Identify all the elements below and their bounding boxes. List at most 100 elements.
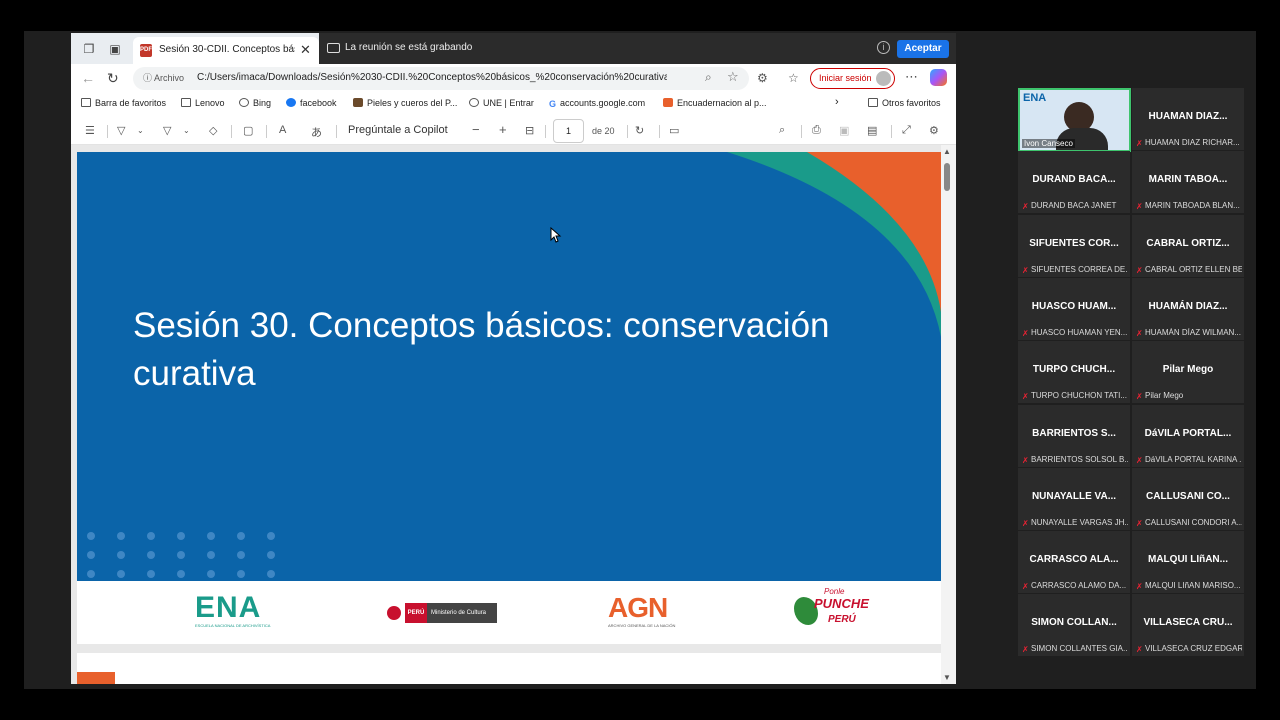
participant-tile[interactable]: CABRAL ORTIZ... ✗ CABRAL ORTIZ ELLEN BE... — [1132, 214, 1244, 277]
participant-tile[interactable]: VILLASECA CRU... ✗ VILLASECA CRUZ EDGAR... — [1132, 594, 1244, 657]
participant-fullname: Pilar Mego — [1145, 391, 1184, 401]
copilot-ask-button[interactable]: Pregúntale a Copilot — [348, 124, 448, 136]
tab-active[interactable]: PDF Sesión 30-CDII. Conceptos básicos ✕ — [133, 37, 319, 64]
translate-icon[interactable]: あ — [311, 124, 322, 140]
search-icon[interactable]: ⌕ — [779, 124, 785, 137]
participant-fullname: HUAMAN DIAZ RICHAR... — [1145, 138, 1240, 147]
page-number-input[interactable]: 1 — [553, 119, 584, 143]
globe-icon — [469, 98, 479, 107]
agn-logo-subtitle: ARCHIVO GENERAL DE LA NACIÓN — [608, 623, 676, 628]
pdf-file-icon: PDF — [140, 44, 152, 57]
draw-icon[interactable]: ▽ — [163, 124, 171, 137]
fav-item[interactable]: facebook — [286, 98, 337, 108]
fav-item[interactable]: Pieles y cueros del P... — [353, 98, 457, 108]
fav-item[interactable]: Barra de favoritos — [81, 98, 166, 108]
pdf-viewer[interactable]: Sesión 30. Conceptos básicos: conservaci… — [71, 145, 956, 684]
eraser-icon[interactable]: ◇ — [209, 124, 217, 137]
info-icon[interactable]: i — [877, 41, 890, 54]
participant-tile[interactable]: HUASCO HUAM... ✗ HUASCO HUAMAN YEN... — [1018, 277, 1130, 340]
dot — [207, 570, 215, 578]
more-menu-icon[interactable]: ⋯ — [905, 69, 918, 85]
participant-tile[interactable]: SIMON COLLAN... ✗ SIMON COLLANTES GIA... — [1018, 594, 1130, 657]
text-box-icon[interactable]: ▢ — [243, 124, 253, 137]
zoom-icon[interactable]: ⌕ — [705, 70, 712, 85]
highlight-icon[interactable]: ▽ — [117, 124, 125, 137]
ministerio-label: Ministerio de Cultura — [427, 603, 497, 623]
participant-label: ✗ SIMON COLLANTES GIA... — [1022, 644, 1128, 653]
read-aloud-icon[interactable]: A — [279, 124, 286, 136]
print-icon[interactable]: ⎙ — [812, 124, 821, 137]
fit-page-icon[interactable]: ⊟ — [525, 124, 534, 137]
tab-actions-icon[interactable]: ▣ — [107, 41, 123, 57]
refresh-icon[interactable]: ↻ — [107, 70, 119, 87]
fav-label: Pieles y cueros del P... — [367, 98, 458, 108]
workspaces-icon[interactable]: ❐ — [81, 41, 97, 57]
participant-tile[interactable]: NUNAYALLE VA... ✗ NUNAYALLE VARGAS JH... — [1018, 467, 1130, 530]
dot — [87, 532, 95, 540]
participant-tile[interactable]: CALLUSANI CO... ✗ CALLUSANI CONDORI A... — [1132, 467, 1244, 530]
scroll-up-icon[interactable]: ▲ — [943, 147, 951, 156]
self-label: Ivon Canseco — [1022, 139, 1075, 148]
participant-tile[interactable]: DáVILA PORTAL... ✗ DáVILA PORTAL KARINA ..… — [1132, 404, 1244, 467]
favorites-icon[interactable]: ☆ — [788, 71, 799, 85]
url-text[interactable]: C:/Users/imaca/Downloads/Sesión%2030-CDI… — [197, 72, 667, 83]
mic-muted-icon: ✗ — [1136, 518, 1143, 527]
fav-item[interactable]: Bing — [239, 98, 271, 108]
chevron-down-icon[interactable]: ⌄ — [183, 126, 190, 135]
copilot-icon[interactable] — [930, 69, 947, 86]
facebook-icon — [286, 98, 296, 107]
contents-icon[interactable]: ☰ — [85, 124, 95, 137]
participant-tile[interactable]: CARRASCO ALA... ✗ CARRASCO ALAMO DA... — [1018, 531, 1130, 594]
fav-item[interactable]: UNE | Entrar — [469, 98, 534, 108]
dot — [237, 532, 245, 540]
favorite-star-icon[interactable]: ☆ — [727, 69, 739, 85]
close-tab-icon[interactable]: ✕ — [300, 42, 311, 58]
participants-panel: ENA Ivon Canseco HUAMAN DIAZ... ✗ HUAMAN D… — [1018, 88, 1245, 661]
settings-icon[interactable]: ⚙ — [929, 124, 939, 137]
participant-tile[interactable]: MARIN TABOA... ✗ MARIN TABOADA BLAN... — [1132, 151, 1244, 214]
participant-label: ✗ CALLUSANI CONDORI A... — [1136, 518, 1242, 527]
scroll-down-icon[interactable]: ▼ — [943, 673, 951, 682]
save-icon[interactable]: ▣ — [839, 124, 849, 137]
participant-tile[interactable]: TURPO CHUCH... ✗ TURPO CHUCHON TATI... — [1018, 341, 1130, 404]
mouse-cursor-icon — [550, 227, 562, 243]
chevron-down-icon[interactable]: ⌄ — [137, 126, 144, 135]
scrollbar-thumb[interactable] — [944, 163, 950, 191]
participant-tile[interactable]: HUAMAN DIAZ... ✗ HUAMAN DIAZ RICHAR... — [1132, 88, 1244, 150]
chevron-right-icon[interactable]: › — [835, 96, 839, 108]
participant-tile[interactable]: BARRIENTOS S... ✗ BARRIENTOS SOLSOL B... — [1018, 404, 1130, 467]
fav-item[interactable]: Lenovo — [181, 98, 225, 108]
participant-tile[interactable]: Pilar Mego ✗ Pilar Mego — [1132, 341, 1244, 404]
participant-tile[interactable]: MALQUI LIñAN... ✗ MALQUI LIñAN MARISO... — [1132, 531, 1244, 594]
address-bar[interactable]: ⓘ Archivo C:/Users/imaca/Downloads/Sesió… — [133, 67, 749, 90]
participant-fullname: NUNAYALLE VARGAS JH... — [1031, 517, 1128, 527]
page-view-icon[interactable]: ▭ — [669, 124, 679, 137]
title-bar: ❐ ▣ PDF Sesión 30-CDII. Conceptos básico… — [71, 33, 956, 64]
slide-title-line2: curativa — [133, 354, 256, 393]
accept-button[interactable]: Aceptar — [897, 40, 949, 58]
fav-item[interactable]: Encuadernacion al p... — [663, 98, 767, 108]
extensions-icon[interactable]: ⚙ — [757, 71, 768, 85]
agn-logo-text: AGN — [608, 592, 668, 623]
self-video-tile[interactable]: ENA Ivon Canseco — [1018, 88, 1131, 152]
slide-page: Sesión 30. Conceptos básicos: conservaci… — [77, 152, 941, 581]
fav-other[interactable]: Otros favoritos — [868, 98, 941, 108]
save-as-icon[interactable]: ▤ — [867, 124, 877, 137]
participant-tile[interactable]: HUAMÁN DIAZ... ✗ HUAMÁN DÍAZ WILMAN... — [1132, 277, 1244, 340]
signin-button[interactable]: Iniciar sesión — [810, 68, 895, 89]
vertical-scrollbar[interactable] — [941, 145, 956, 684]
participant-tile[interactable]: SIFUENTES COR... ✗ SIFUENTES CORREA DE... — [1018, 214, 1130, 277]
ponle-bot-text: PERÚ — [828, 614, 856, 625]
back-icon[interactable]: ← — [81, 70, 95, 86]
zoom-in-icon[interactable]: + — [499, 122, 507, 137]
participant-fullname: DáVILA PORTAL KARINA ... — [1145, 454, 1242, 464]
zoom-out-icon[interactable]: − — [472, 122, 480, 137]
file-info-chip[interactable]: ⓘ Archivo — [139, 71, 188, 86]
fav-item[interactable]: Gaccounts.google.com — [549, 98, 645, 109]
logo-strip: ENA ESCUELA NACIONAL DE ARCHIVÍSTICA PER… — [77, 581, 941, 644]
mic-muted-icon: ✗ — [1022, 645, 1029, 654]
rotate-icon[interactable]: ↻ — [635, 124, 644, 137]
slide-title: Sesión 30. Conceptos básicos: conservaci… — [133, 302, 893, 398]
participant-tile[interactable]: DURAND BACA... ✗ DURAND BACA JANET — [1018, 151, 1130, 214]
fullscreen-icon[interactable]: ⤢ — [902, 124, 911, 137]
